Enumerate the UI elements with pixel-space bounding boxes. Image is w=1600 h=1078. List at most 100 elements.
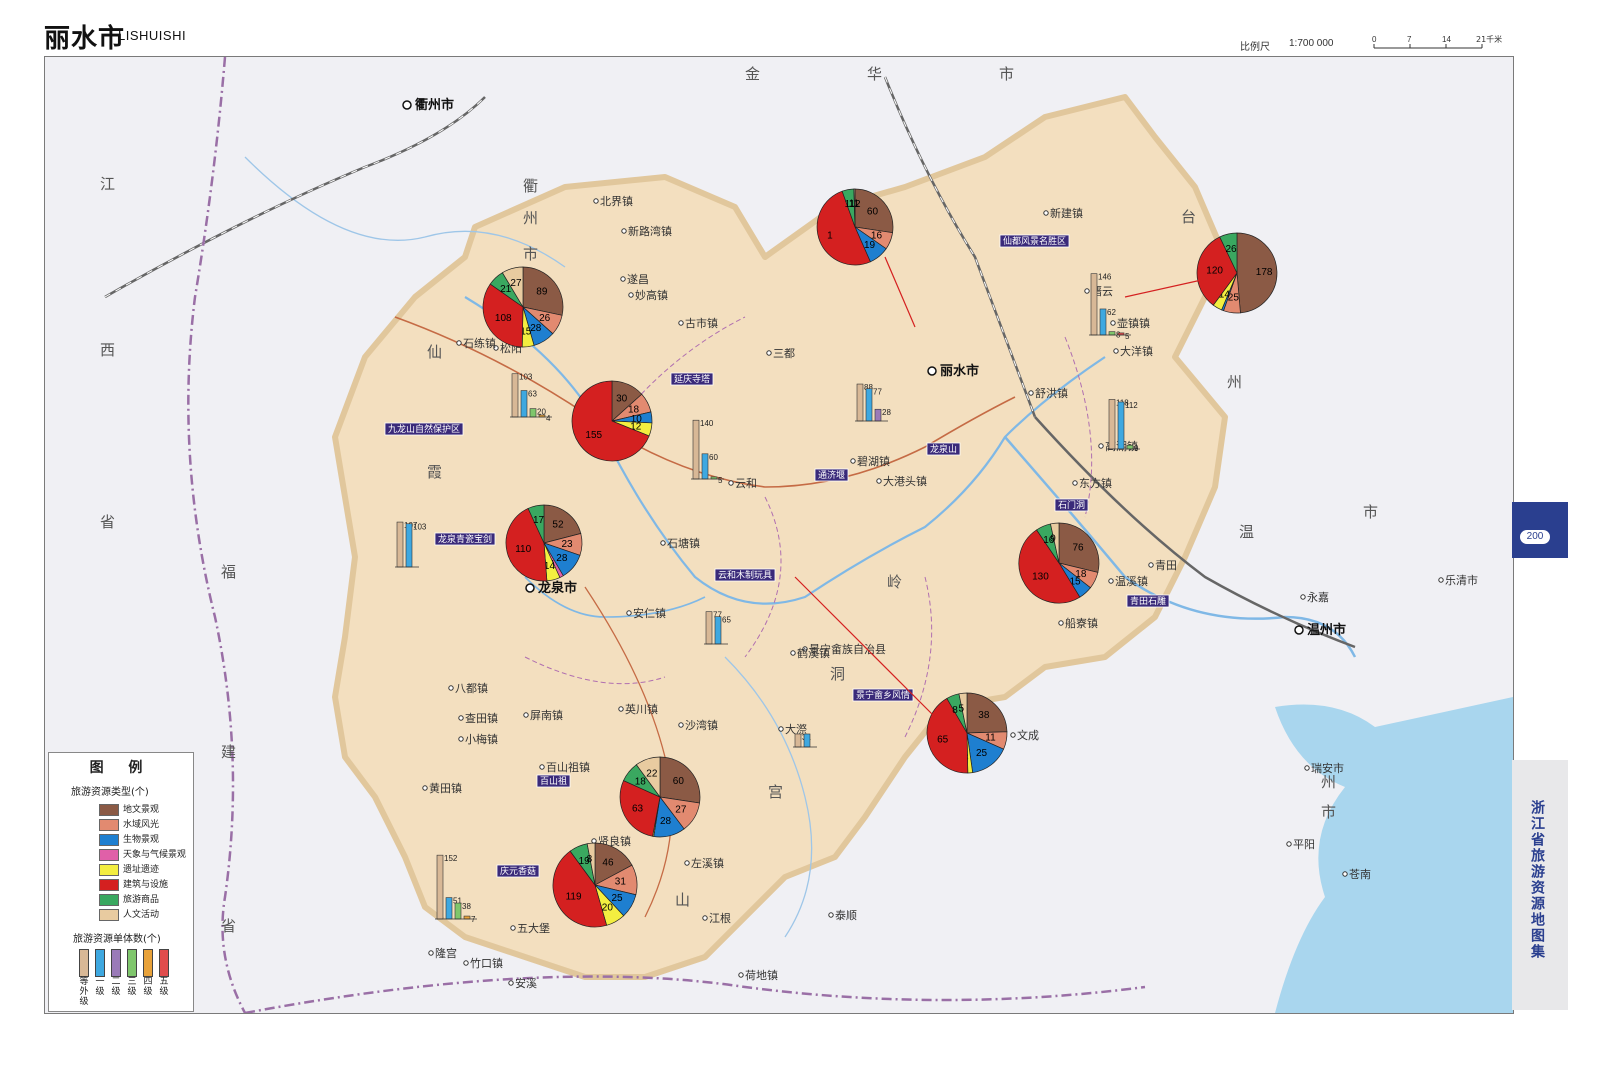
place-label: 左溪镇 [691,856,724,870]
place-marker [1108,578,1114,584]
bar-mark [692,419,700,480]
place-marker [876,478,882,484]
place-marker [456,340,462,346]
legend-type-item: 地文景观 [93,802,193,817]
scale-label: 比例尺 [1240,42,1270,53]
place-marker [850,458,856,464]
page-number: 200 [1520,530,1550,544]
place-marker [458,736,464,742]
bar-mark [1126,444,1134,450]
pie-label: 1 [827,231,833,242]
place-label: 新路湾镇 [628,224,672,238]
pie-label: 5 [959,703,965,714]
place-marker [539,764,545,770]
place-label: 荷地镇 [745,968,778,982]
scenic-label: 通济堰 [818,469,845,481]
pie-label: 31 [615,877,627,888]
place-label: 古市镇 [685,316,718,330]
bar-mark [1090,273,1098,336]
place-label: 妙高镇 [635,288,668,302]
legend-grade-bar [111,949,121,977]
bar-mark [529,408,537,418]
place-label: 沙湾镇 [685,718,718,732]
bar-mark [714,616,722,645]
place-marker [728,480,734,486]
pie-label: 28 [530,323,542,334]
legend-swatch [99,849,119,861]
legend-grade-bar [79,949,89,977]
scenic-label: 九龙山自然保护区 [388,423,460,435]
place-marker [1113,348,1119,354]
place-label: 石塘镇 [667,536,700,550]
bar-mark [463,915,471,920]
place-marker [738,972,744,978]
place-marker [828,912,834,918]
legend-grade-bar [143,949,153,977]
region-label: 市 [999,65,1014,83]
place-label: 隆宫 [435,946,457,960]
place-marker [428,950,434,956]
region-label: 洞 [830,665,845,683]
scenic-label: 云和木制玩具 [718,569,772,581]
bar-mark [396,521,404,568]
bar-mark [794,733,802,748]
bar-label: 7 [471,915,476,924]
place-marker [678,722,684,728]
place-marker [620,276,626,282]
pie-label: 28 [660,816,672,827]
place-label: 云和 [735,477,757,490]
scale-value: 1:700 000 [1289,38,1334,49]
bar-mark [511,373,519,418]
legend-grade-label: 一级 [95,977,105,997]
region-label: 衢 [523,177,538,195]
scale-tick: 21千米 [1476,34,1502,44]
bar-label: 62 [1107,308,1116,317]
scenic-label: 青田石雕 [1130,595,1166,607]
legend-types-title: 旅游资源类型(个) [71,787,149,798]
place-marker [510,925,516,931]
place-marker [702,915,708,921]
city-label: 衢州市 [415,97,454,113]
region-label: 州 [523,209,538,227]
bar-label: 112 [1125,401,1138,410]
bar-label: 103 [519,373,533,382]
legend-type-item: 水域风光 [93,817,193,832]
legend-grade-label: 五级 [159,977,169,997]
place-marker [422,785,428,791]
place-label: 平阳 [1293,838,1315,851]
place-marker [508,980,514,986]
bar-mark [1099,308,1107,336]
bar-label: 5 [1125,332,1130,341]
legend-grade-bar [95,949,105,977]
bar-label: 63 [528,390,537,399]
pie-chart: 761815130169 [1018,522,1100,604]
pie-label: 22 [646,768,658,779]
place-label: 苍南 [1349,868,1371,881]
legend-grade-label: 二级 [111,977,121,997]
place-marker [684,860,690,866]
place-marker [1043,210,1049,216]
pie-label: 18 [635,776,647,787]
place-label: 壶镇镇 [1117,316,1150,330]
place-label: 八都镇 [455,681,488,695]
place-marker [458,715,464,721]
legend-grades-title: 旅游资源单体数(个) [73,934,161,945]
place-marker [523,712,529,718]
pie-label: 19 [864,240,876,251]
legend-title: 图 例 [89,760,153,776]
legend-type-item: 遗址遗迹 [93,862,193,877]
legend-grade-label: 等外级 [79,977,89,1007]
pie-label: 178 [1256,267,1273,278]
city-marker [1294,625,1304,635]
legend-type-label: 遗址遗迹 [123,865,160,875]
pie-chart: 46312520119198 [552,842,638,928]
place-marker [1286,841,1292,847]
region-label: 江 [100,175,115,193]
pie-label: 63 [632,804,644,815]
bar-mark [856,383,864,422]
bar-mark [405,523,413,568]
legend-swatch [99,834,119,846]
place-label: 永嘉 [1307,590,1329,604]
legend-type-item: 人文活动 [93,907,193,922]
place-label: 江根 [709,911,731,925]
